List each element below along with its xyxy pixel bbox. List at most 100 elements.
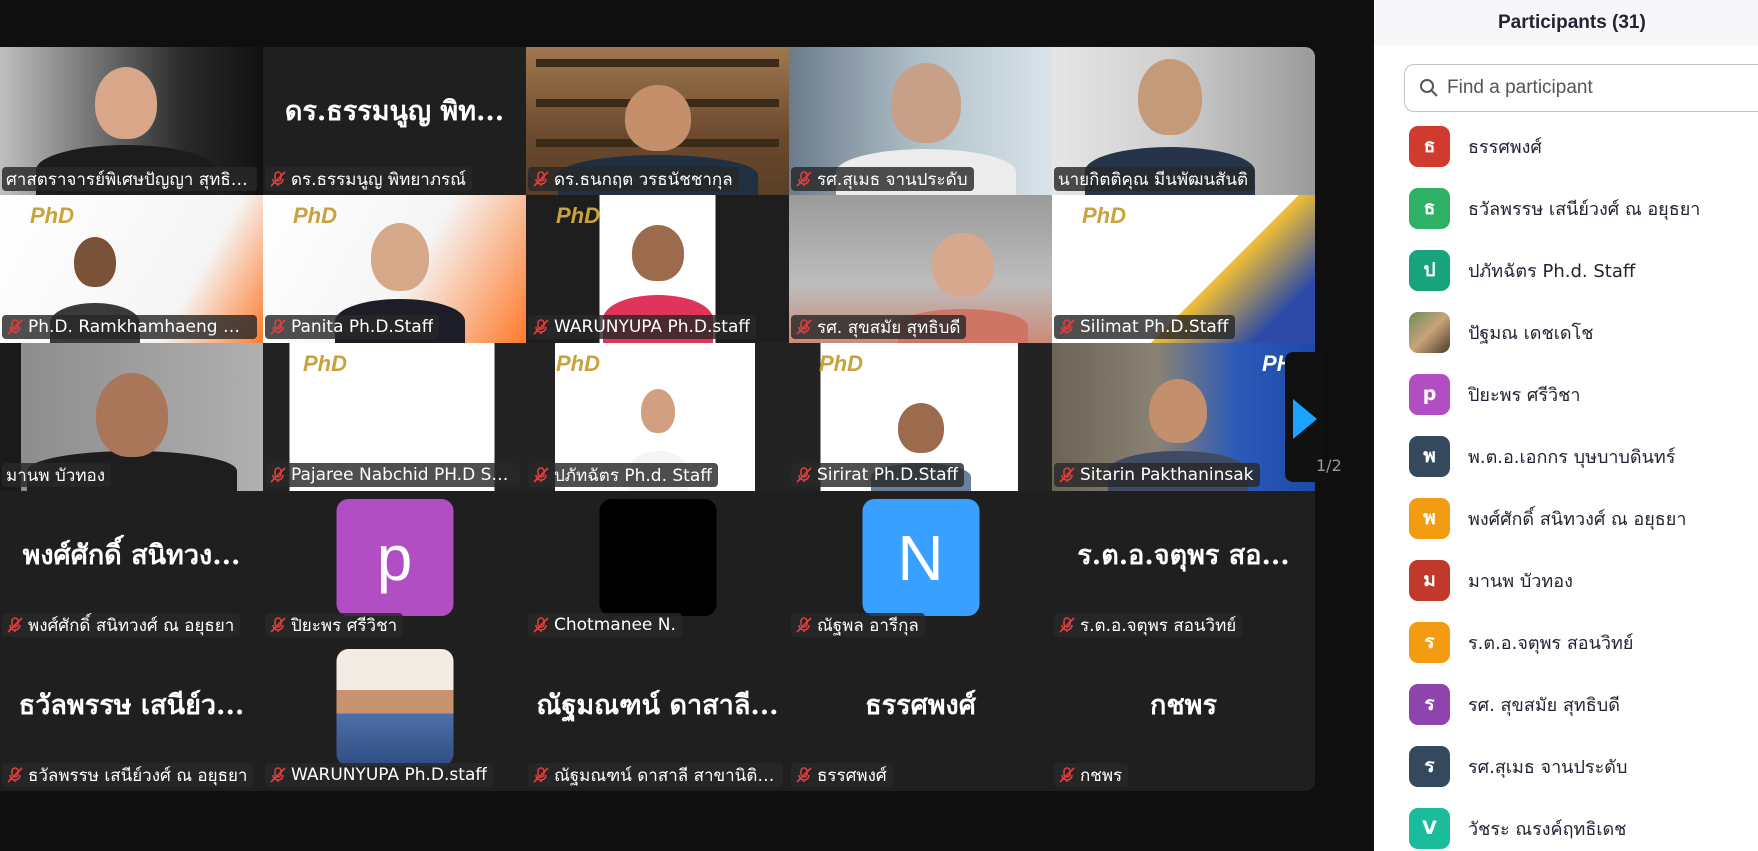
participant-row[interactable]: ปัฐมณ เดชเดโช xyxy=(1374,301,1758,363)
participant-avatar: ร xyxy=(1409,683,1450,725)
person-head xyxy=(624,85,691,151)
video-tile[interactable]: N ณัฐพล อารีกุล xyxy=(789,491,1052,641)
avatar: p xyxy=(336,499,453,616)
participant-row[interactable]: ร รศ. สุขสมัย สุทธิบดี xyxy=(1374,673,1758,735)
person-head xyxy=(370,223,429,291)
video-tile[interactable]: ร.ต.อ.จตุพร สอ... ร.ต.อ.จตุพร สอนวิทย์ xyxy=(1052,491,1315,641)
chevron-right-icon xyxy=(1293,399,1317,439)
participant-row[interactable]: พ พ.ต.อ.เอกกร บุษบาบดินทร์ xyxy=(1374,425,1758,487)
video-tile[interactable]: ธรรศพงศ์ ธรรศพงศ์ xyxy=(789,641,1052,791)
participant-row[interactable]: ธ ธวัลพรรษ เสนีย์วงศ์ ณ อยุธยา xyxy=(1374,177,1758,239)
video-tile[interactable]: PhD Panita Ph.D.Staff xyxy=(263,195,526,343)
participant-name: ธวัลพรรษ เสนีย์วงศ์ ณ อยุธยา xyxy=(28,765,248,786)
participant-name-label: กชพร xyxy=(1054,763,1129,787)
participant-list-name: ธรรศพงศ์ xyxy=(1468,136,1542,158)
participant-photo xyxy=(1409,311,1450,353)
participant-name: ดร.ธรรมนูญ พิทยาภรณ์ xyxy=(291,169,466,190)
participant-name: พงศ์ศักดิ์ สนิทวงศ์ ณ อยุธยา xyxy=(28,615,235,636)
display-name-large: พงศ์ศักดิ์ สนิทวง... xyxy=(22,540,241,571)
participant-name-label: Silimat Ph.D.Staff xyxy=(1054,315,1235,339)
participant-name: Ph.D. Ramkhamhaeng Un... xyxy=(28,317,251,337)
video-tile[interactable]: p ปิยะพร ศรีวิชา xyxy=(263,491,526,641)
video-tile[interactable]: ณัฐมณฑน์ ดาสาลี... ณัฐมณฑน์ ดาสาลี สาขานิ… xyxy=(526,641,789,791)
person-head xyxy=(890,63,961,143)
page-indicator: 1/2 xyxy=(1316,456,1342,475)
participant-row[interactable]: ธ ธรรศพงศ์ xyxy=(1374,115,1758,177)
video-tile[interactable]: PhD WARUNYUPA Ph.D.staff xyxy=(526,195,789,343)
video-tile[interactable]: ศาสตราจารย์พิเศษปัญญา สุทธิบดี xyxy=(0,47,263,195)
participant-name: Silimat Ph.D.Staff xyxy=(1080,317,1229,337)
participant-name-label: รศ. สุขสมัย สุทธิบดี xyxy=(791,315,967,339)
participants-panel: Participants (31) ธธรรศพงศ์ธธวัลพรรษ เสน… xyxy=(1374,0,1758,851)
profile-photo xyxy=(336,649,453,766)
video-tile[interactable]: WARUNYUPA Ph.D.staff xyxy=(263,641,526,791)
participant-avatar: V xyxy=(1409,807,1450,849)
participant-avatar: ร xyxy=(1409,745,1450,787)
video-tile[interactable]: PhD Sirirat Ph.D.Staff xyxy=(789,343,1052,491)
participant-row[interactable]: V วัชระ ณรงค์ฤทธิเดช xyxy=(1374,797,1758,851)
video-tile[interactable]: PhD Silimat Ph.D.Staff xyxy=(1052,195,1315,343)
display-name-large: ร.ต.อ.จตุพร สอ... xyxy=(1077,540,1290,571)
video-tile[interactable]: ธวัลพรรษ เสนีย์ว... ธวัลพรรษ เสนีย์วงศ์ ณ… xyxy=(0,641,263,791)
participant-name-label: ศาสตราจารย์พิเศษปัญญา สุทธิบดี xyxy=(2,167,257,191)
mic-muted-icon xyxy=(1059,617,1075,633)
participant-search[interactable] xyxy=(1404,64,1758,112)
participant-name-label: ปภัทฉัตร Ph.d. Staff xyxy=(528,463,718,487)
mic-muted-icon xyxy=(796,767,812,783)
bookshelf xyxy=(536,59,779,67)
participant-name: นายกิตติคุณ มีนพัฒนสันติ xyxy=(1058,169,1249,190)
mic-muted-icon xyxy=(533,319,549,335)
mic-muted-icon xyxy=(796,171,812,187)
gallery-grid: ศาสตราจารย์พิเศษปัญญา สุทธิบดี ดร.ธรรมนูญ… xyxy=(0,47,1315,791)
person-head xyxy=(1138,59,1203,135)
participant-list-name: รศ. สุขสมัย สุทธิบดี xyxy=(1468,694,1620,716)
video-tile[interactable]: นายกิตติคุณ มีนพัฒนสันติ xyxy=(1052,47,1315,195)
mic-muted-icon xyxy=(270,467,286,483)
phd-logo: PhD xyxy=(293,203,337,228)
video-tile[interactable]: ดร.ธรรมนูญ พิท... ดร.ธรรมนูญ พิทยาภรณ์ xyxy=(263,47,526,195)
mic-muted-icon xyxy=(270,617,286,633)
video-tile[interactable]: PhD ปภัทฉัตร Ph.d. Staff xyxy=(526,343,789,491)
participant-name-label: นายกิตติคุณ มีนพัฒนสันติ xyxy=(1054,167,1255,191)
participant-row[interactable]: ร รศ.สุเมธ จานประดับ xyxy=(1374,735,1758,797)
video-tile[interactable]: รศ. สุขสมัย สุทธิบดี xyxy=(789,195,1052,343)
mic-muted-icon xyxy=(7,319,23,335)
participant-row[interactable]: p ปิยะพร ศรีวิชา xyxy=(1374,363,1758,425)
video-tile[interactable]: กชพร กชพร xyxy=(1052,641,1315,791)
participant-row[interactable]: ม มานพ บัวทอง xyxy=(1374,549,1758,611)
video-tile[interactable]: พงศ์ศักดิ์ สนิทวง... พงศ์ศักดิ์ สนิทวงศ์ … xyxy=(0,491,263,641)
video-tile[interactable]: PhD Pajaree Nabchid PH.D Staff xyxy=(263,343,526,491)
participant-name: มานพ บัวทอง xyxy=(6,465,106,486)
video-tile[interactable]: PH Sitarin Pakthaninsak xyxy=(1052,343,1315,491)
display-name-large: กชพร xyxy=(1150,690,1217,721)
participant-list: ธธรรศพงศ์ธธวัลพรรษ เสนีย์วงศ์ ณ อยุธยาปป… xyxy=(1374,115,1758,851)
participant-name: ณัฐพล อารีกุล xyxy=(817,615,919,636)
participant-avatar: ป xyxy=(1409,249,1450,291)
participant-name: รศ.สุเมธ จานประดับ xyxy=(817,169,968,190)
participant-name: ดร.ธนกฤต วรธนัชชากุล xyxy=(554,169,733,190)
participant-list-name: รศ.สุเมธ จานประดับ xyxy=(1468,756,1628,778)
video-tile[interactable]: Chotmanee N. xyxy=(526,491,789,641)
mic-muted-icon xyxy=(796,617,812,633)
video-tile[interactable]: มานพ บัวทอง xyxy=(0,343,263,491)
phd-logo: PhD xyxy=(819,351,863,376)
mic-muted-icon xyxy=(796,319,812,335)
participant-name: ธรรศพงศ์ xyxy=(817,765,887,786)
participant-name-label: Chotmanee N. xyxy=(528,613,682,637)
mic-muted-icon xyxy=(796,467,812,483)
video-tile[interactable]: PhD Ph.D. Ramkhamhaeng Un... xyxy=(0,195,263,343)
participant-row[interactable]: ร ร.ต.อ.จตุพร สอนวิทย์ xyxy=(1374,611,1758,673)
participant-name: Pajaree Nabchid PH.D Staff xyxy=(291,465,514,485)
avatar: N xyxy=(862,499,979,616)
video-tile[interactable]: ดร.ธนกฤต วรธนัชชากุล xyxy=(526,47,789,195)
person-head xyxy=(1149,379,1208,443)
participant-list-name: ปิยะพร ศรีวิชา xyxy=(1468,384,1581,406)
search-input[interactable] xyxy=(1447,77,1747,99)
mic-muted-icon xyxy=(1059,767,1075,783)
display-name-large: ธวัลพรรษ เสนีย์ว... xyxy=(18,690,245,721)
participant-avatar: p xyxy=(1409,373,1450,415)
participant-row[interactable]: พ พงศ์ศักดิ์ สนิทวงศ์ ณ อยุธยา xyxy=(1374,487,1758,549)
participant-row[interactable]: ป ปภัทฉัตร Ph.d. Staff xyxy=(1374,239,1758,301)
video-tile[interactable]: รศ.สุเมธ จานประดับ xyxy=(789,47,1052,195)
mic-muted-icon xyxy=(533,467,549,483)
